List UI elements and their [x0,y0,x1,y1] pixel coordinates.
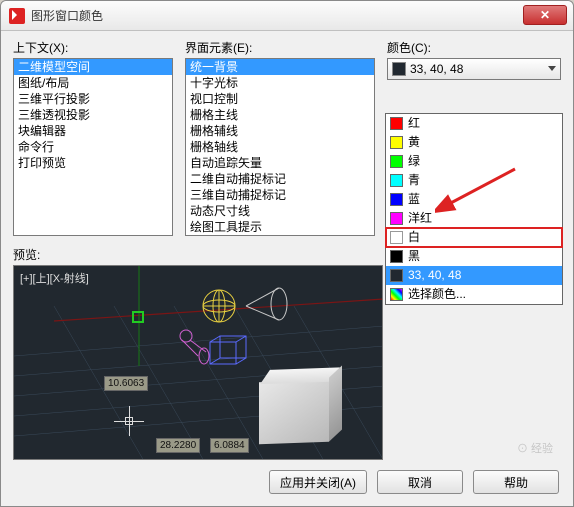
color-swatch-icon [390,212,403,225]
color-option-label: 33, 40, 48 [408,267,461,284]
titlebar[interactable]: 图形窗口颜色 ✕ [1,1,573,31]
dimension-b: 28.2280 [156,438,200,453]
footer: 应用并关闭(A) 取消 帮助 [269,470,559,494]
element-item[interactable]: 三维自动捕捉标记 [186,187,374,203]
solid-cube [259,380,329,444]
element-item[interactable]: 二维自动捕捉标记 [186,171,374,187]
color-option-label: 黑 [408,248,420,265]
color-label: 颜色(C): [387,39,561,56]
context-label: 上下文(X): [13,39,173,56]
color-option[interactable]: 黄 [386,133,562,152]
watermark: ⊙ 经验 [517,440,553,456]
element-item[interactable]: 绘图工具提示 [186,219,374,235]
color-option[interactable]: 选择颜色... [386,285,562,304]
color-option[interactable]: 红 [386,114,562,133]
color-swatch-icon [390,231,403,244]
color-combobox[interactable]: 33, 40, 48 [387,58,561,80]
color-option-label: 选择颜色... [408,286,466,303]
close-icon: ✕ [540,8,550,22]
chevron-down-icon [548,66,556,71]
color-option-label: 洋红 [408,210,432,227]
color-option[interactable]: 青 [386,171,562,190]
combo-swatch-icon [392,62,406,76]
element-item[interactable]: 自动追踪矢量 [186,155,374,171]
green-marker-icon [132,311,144,323]
element-item[interactable]: 视口控制 [186,91,374,107]
help-button[interactable]: 帮助 [473,470,559,494]
color-swatch-icon [390,155,403,168]
app-logo-icon [9,8,25,24]
element-item[interactable]: 动态尺寸线 [186,203,374,219]
color-swatch-icon [390,136,403,149]
context-listbox[interactable]: 二维模型空间图纸/布局三维平行投影三维透视投影块编辑器命令行打印预览 [13,58,173,236]
elements-label: 界面元素(E): [185,39,375,56]
color-option-label: 绿 [408,153,420,170]
element-item[interactable]: 栅格轴线 [186,139,374,155]
color-option-label: 蓝 [408,191,420,208]
color-swatch-icon [390,288,403,301]
cancel-button[interactable]: 取消 [377,470,463,494]
color-swatch-icon [390,269,403,282]
context-item[interactable]: 图纸/布局 [14,75,172,91]
dialog-body: 上下文(X): 二维模型空间图纸/布局三维平行投影三维透视投影块编辑器命令行打印… [1,31,573,506]
apply-close-button[interactable]: 应用并关闭(A) [269,470,367,494]
color-option-label: 青 [408,172,420,189]
color-dropdown[interactable]: 红黄绿青蓝洋红白黑 33, 40, 48 选择颜色... [385,113,563,305]
context-item[interactable]: 三维平行投影 [14,91,172,107]
dimension-c: 6.0884 [210,438,249,453]
color-option-label: 白 [408,229,420,246]
close-button[interactable]: ✕ [523,5,567,25]
color-option[interactable]: 蓝 [386,190,562,209]
preview-pane: [+][上][X-射线] [13,265,383,460]
color-swatch-icon [390,117,403,130]
color-option[interactable]: 黑 [386,247,562,266]
context-item[interactable]: 块编辑器 [14,123,172,139]
element-item[interactable]: 十字光标 [186,75,374,91]
color-option[interactable]: 绿 [386,152,562,171]
elements-listbox[interactable]: 统一背景十字光标视口控制栅格主线栅格辅线栅格轴线自动追踪矢量二维自动捕捉标记三维… [185,58,375,236]
color-swatch-icon [390,193,403,206]
element-item[interactable]: 统一背景 [186,59,374,75]
context-item[interactable]: 三维透视投影 [14,107,172,123]
context-item[interactable]: 二维模型空间 [14,59,172,75]
element-item[interactable]: 设计工具提示轮廓 [186,235,374,236]
context-item[interactable]: 命令行 [14,139,172,155]
combo-value: 33, 40, 48 [410,62,463,76]
element-item[interactable]: 栅格主线 [186,107,374,123]
color-option[interactable]: 33, 40, 48 [386,266,562,285]
dimension-a: 10.6063 [104,376,148,391]
element-item[interactable]: 栅格辅线 [186,123,374,139]
color-swatch-icon [390,174,403,187]
color-option[interactable]: 白 [386,228,562,247]
window-title: 图形窗口颜色 [31,7,103,24]
color-swatch-icon [390,250,403,263]
color-option[interactable]: 洋红 [386,209,562,228]
color-option-label: 黄 [408,134,420,151]
color-option-label: 红 [408,115,420,132]
dialog-window: 图形窗口颜色 ✕ 上下文(X): 二维模型空间图纸/布局三维平行投影三维透视投影… [0,0,574,507]
context-item[interactable]: 打印预览 [14,155,172,171]
